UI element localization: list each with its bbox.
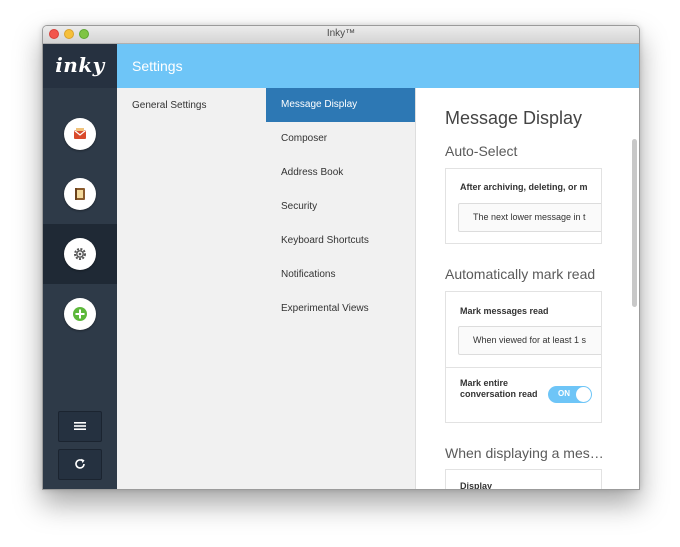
toggle-state: ON (558, 389, 570, 398)
section-auto-select: Auto-Select (445, 143, 518, 159)
menu-button[interactable] (58, 411, 102, 442)
section-auto-mark-read: Automatically mark read (445, 266, 596, 282)
nav-item-notifications[interactable]: Notifications (266, 258, 415, 292)
content-title: Message Display (445, 108, 583, 128)
app-window: Inky™ inky Settings General Settings Mes… (42, 25, 640, 490)
title-bar: Inky™ (43, 26, 639, 44)
toggle-knob (576, 387, 591, 402)
display-label: Display (460, 481, 493, 489)
settings-header: Settings (117, 44, 639, 88)
nav-item-security[interactable]: Security (266, 190, 415, 224)
refresh-button[interactable] (58, 449, 102, 480)
content-scrollbar[interactable] (632, 139, 637, 307)
section-displaying: When displaying a mes… (445, 445, 604, 461)
sidebar-rail: inky (43, 44, 117, 489)
app-logo: inky (55, 53, 105, 77)
nav-item-experimental-views[interactable]: Experimental Views (266, 292, 415, 326)
logo-bar: inky (43, 44, 117, 88)
card-divider (446, 367, 601, 368)
settings-category-list: General Settings (117, 88, 266, 489)
auto-select-dropdown[interactable]: The next lower message in t (458, 203, 601, 232)
gear-icon (74, 248, 86, 260)
rail-button-add[interactable] (43, 284, 117, 344)
address-book-icon (75, 188, 85, 200)
mark-read-dropdown[interactable]: When viewed for at least 1 s (458, 326, 601, 355)
display-card: Display (445, 469, 602, 489)
mark-read-label: Mark messages read (460, 306, 549, 316)
rail-button-settings[interactable] (43, 224, 117, 284)
rail-button-address-book[interactable] (43, 164, 117, 224)
auto-select-card: After archiving, deleting, or m The next… (445, 168, 602, 244)
mark-read-card: Mark messages read When viewed for at le… (445, 291, 602, 423)
settings-nav: Message Display Composer Address Book Se… (266, 88, 416, 489)
plus-icon (73, 307, 87, 321)
page-title: Settings (132, 58, 183, 74)
category-general-settings[interactable]: General Settings (132, 100, 207, 111)
mark-conversation-toggle[interactable]: ON (548, 386, 592, 403)
mail-icon (74, 128, 86, 139)
window-title: Inky™ (326, 28, 356, 39)
nav-item-keyboard-shortcuts[interactable]: Keyboard Shortcuts (266, 224, 415, 258)
rail-button-mail[interactable] (43, 104, 117, 164)
nav-item-address-book[interactable]: Address Book (266, 156, 415, 190)
settings-content: Message Display Auto-Select After archiv… (416, 88, 639, 489)
auto-select-label: After archiving, deleting, or m (460, 182, 588, 192)
refresh-icon (75, 458, 85, 469)
nav-item-message-display[interactable]: Message Display (266, 88, 415, 122)
mark-conversation-label: Mark entire conversation read (460, 378, 538, 399)
hamburger-icon (74, 422, 86, 430)
nav-item-composer[interactable]: Composer (266, 122, 415, 156)
